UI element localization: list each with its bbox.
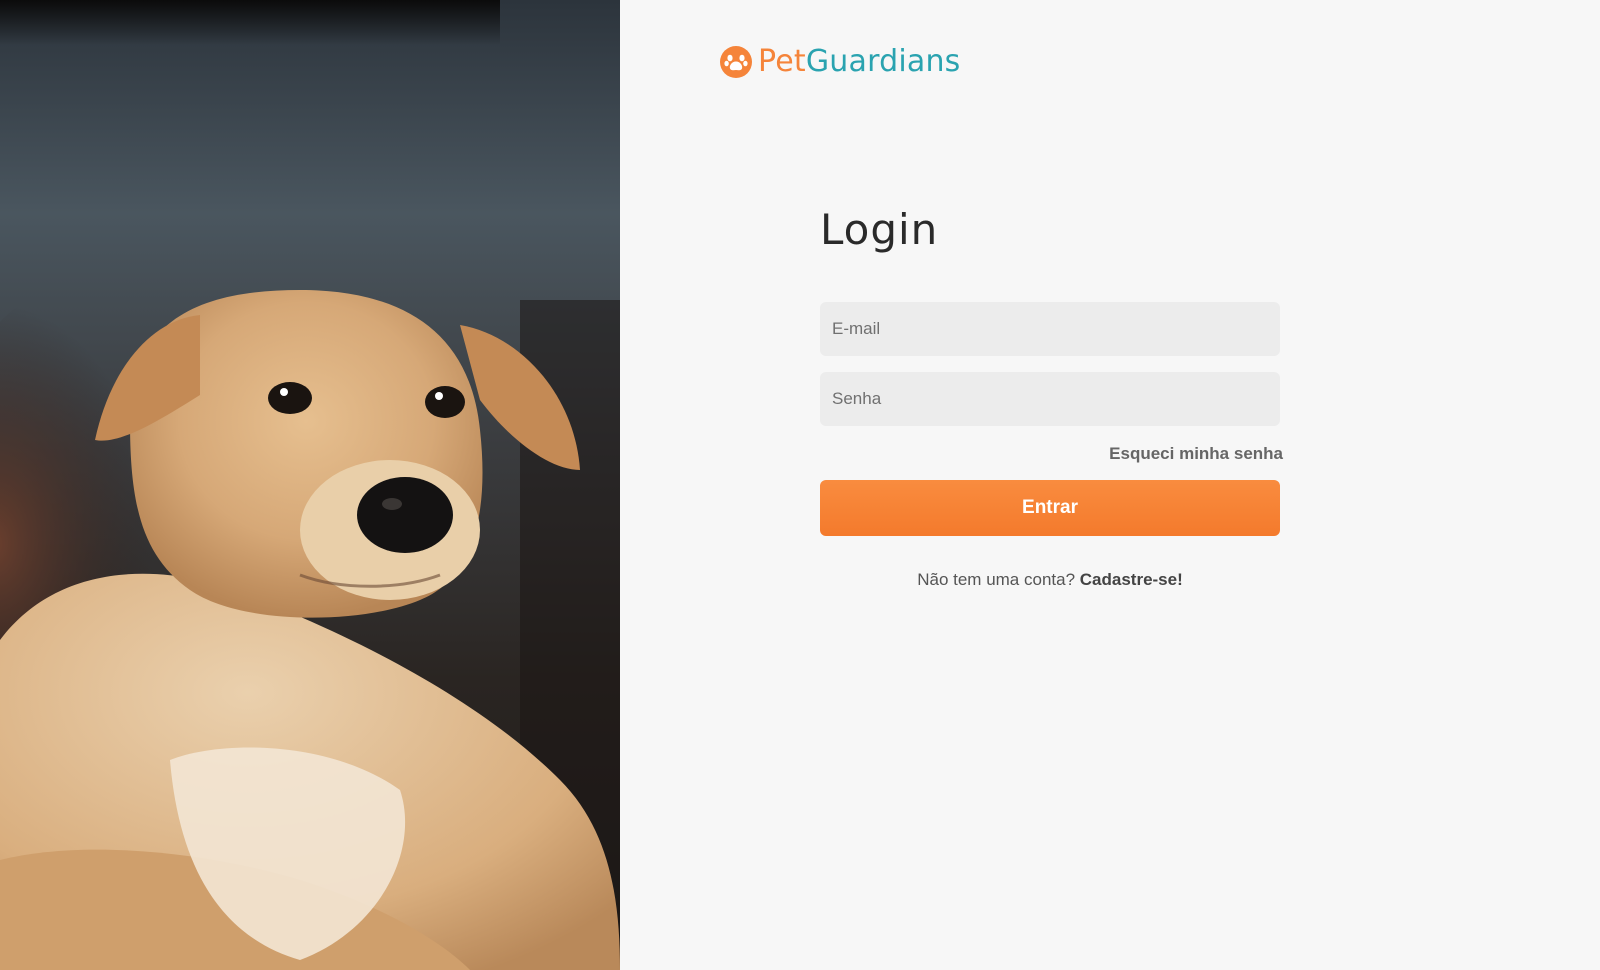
forgot-password-link[interactable]: Esqueci minha senha <box>820 444 1283 464</box>
login-page: PetGuardians Login Esqueci minha senha E… <box>0 0 1600 970</box>
signup-prompt: Não tem uma conta? Cadastre-se! <box>820 570 1280 590</box>
login-button[interactable]: Entrar <box>820 480 1280 536</box>
brand-name: PetGuardians <box>758 44 961 80</box>
dog-illustration <box>0 0 620 970</box>
signup-link[interactable]: Cadastre-se! <box>1080 570 1183 589</box>
login-form: Login Esqueci minha senha Entrar Não tem… <box>820 200 1283 590</box>
page-title: Login <box>820 205 939 254</box>
email-field[interactable] <box>820 302 1280 356</box>
paw-icon <box>720 46 752 78</box>
brand-logo[interactable]: PetGuardians <box>720 44 961 80</box>
signup-prompt-text: Não tem uma conta? <box>917 570 1076 589</box>
password-field[interactable] <box>820 372 1280 426</box>
login-panel: PetGuardians Login Esqueci minha senha E… <box>620 0 1600 970</box>
brand-name-guardians: Guardians <box>805 44 961 79</box>
brand-name-pet: Pet <box>758 44 806 79</box>
dog-photo <box>0 0 620 970</box>
